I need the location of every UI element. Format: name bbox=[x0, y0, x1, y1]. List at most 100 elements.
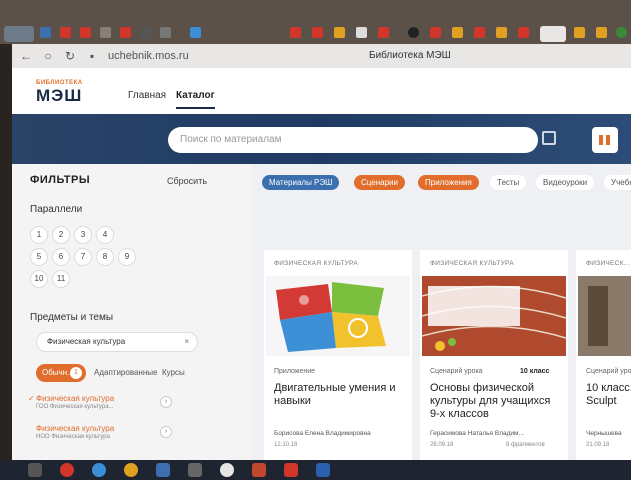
subject-item[interactable]: Физическая культура НОО Физическая культ… bbox=[36, 424, 176, 440]
card-author: Чернышева bbox=[586, 430, 622, 437]
card-date: 21.09.18 bbox=[586, 442, 610, 448]
card-type: Приложение bbox=[274, 368, 316, 375]
new-tab-icon[interactable] bbox=[616, 27, 627, 38]
grade-button[interactable]: 1 bbox=[30, 226, 48, 244]
start-icon[interactable] bbox=[28, 463, 42, 477]
search-input[interactable]: Поиск по материалам bbox=[168, 127, 538, 153]
tab-favicon-icon[interactable] bbox=[190, 27, 201, 38]
chip-tests[interactable]: Тесты bbox=[490, 175, 527, 190]
nav-home-link[interactable]: Главная bbox=[128, 90, 166, 101]
lock-icon: ▪ bbox=[89, 49, 95, 63]
pdf-icon[interactable] bbox=[284, 463, 298, 477]
app-icon[interactable] bbox=[124, 463, 138, 477]
subject-filter-input[interactable]: Физическая культура × bbox=[36, 332, 198, 352]
segment-adapted[interactable]: Адаптированные bbox=[94, 364, 157, 382]
grade-button[interactable]: 8 bbox=[96, 248, 114, 266]
grid-view-button[interactable] bbox=[592, 127, 618, 153]
card-title[interactable]: 10 класс. С комплекс Sculpt bbox=[586, 382, 631, 408]
grade-button[interactable]: 9 bbox=[118, 248, 136, 266]
grid-view-icon bbox=[606, 135, 610, 145]
subject-item-name: Физическая культура bbox=[36, 394, 115, 403]
forward-icon[interactable]: ○ bbox=[40, 48, 56, 64]
yandex-icon[interactable] bbox=[60, 463, 74, 477]
grade-button[interactable]: 10 bbox=[30, 270, 48, 288]
grade-button[interactable]: 11 bbox=[52, 270, 70, 288]
chip-video-lessons[interactable]: Видеоуроки bbox=[536, 175, 595, 190]
page-title: Библиотека МЭШ bbox=[369, 50, 451, 61]
yandex-browser-icon[interactable] bbox=[220, 463, 234, 477]
grade-button[interactable]: 2 bbox=[52, 226, 70, 244]
grid-view-icon bbox=[599, 135, 603, 145]
tab-favicon-icon[interactable] bbox=[518, 27, 529, 38]
grade-button[interactable]: 6 bbox=[52, 248, 70, 266]
tab-favicon-icon[interactable] bbox=[408, 27, 419, 38]
chip-scenarios[interactable]: Сценарии bbox=[354, 175, 405, 190]
check-icon: ✓ bbox=[28, 394, 35, 403]
tab[interactable] bbox=[4, 26, 34, 42]
search-band: Поиск по материалам bbox=[12, 114, 631, 164]
chevron-right-icon[interactable]: › bbox=[160, 396, 172, 408]
tab-favicon-icon[interactable] bbox=[496, 27, 507, 38]
card-class: 10 класс bbox=[520, 368, 550, 375]
tab-favicon-icon[interactable] bbox=[312, 27, 323, 38]
chip-resh-materials[interactable]: Материалы РЭШ bbox=[262, 175, 340, 190]
clear-icon[interactable]: × bbox=[184, 333, 189, 351]
tab-favicon-icon[interactable] bbox=[40, 27, 51, 38]
card-type: Сценарий урок bbox=[586, 368, 631, 375]
material-card[interactable]: ФИЗИЧЕСКАЯ КУЛЬТУРА Приложение Двигатель… bbox=[264, 250, 412, 460]
tab-favicon-icon[interactable] bbox=[100, 27, 111, 38]
subject-item-sub: НОО Физическая культура bbox=[36, 434, 110, 440]
grade-button[interactable]: 7 bbox=[74, 248, 92, 266]
card-author: Герасимова Наталья Владим... bbox=[430, 430, 524, 437]
card-title[interactable]: Основы физической культуры для учащихся … bbox=[430, 382, 560, 421]
reload-icon[interactable]: ↻ bbox=[62, 48, 78, 64]
card-subject-tag: ФИЗИЧЕСК... bbox=[586, 260, 631, 267]
tab-favicon-icon[interactable] bbox=[474, 27, 485, 38]
chip-textbooks[interactable]: Учебник bbox=[604, 175, 631, 190]
material-card[interactable]: ФИЗИЧЕСКАЯ КУЛЬТУРА Сценарий урока 10 кл… bbox=[420, 250, 568, 460]
segment-regular[interactable]: Обычн... 1 bbox=[36, 364, 86, 382]
browser-icon[interactable] bbox=[92, 463, 106, 477]
chip-applications[interactable]: Приложения bbox=[418, 175, 479, 190]
tab-favicon-icon[interactable] bbox=[120, 27, 131, 38]
browser-tab-strip bbox=[0, 0, 631, 44]
url-text[interactable]: uchebnik.mos.ru bbox=[108, 50, 189, 62]
material-card[interactable]: ФИЗИЧЕСК... Сценарий урок 10 класс. С ко… bbox=[576, 250, 631, 460]
tab-favicon-icon[interactable] bbox=[80, 27, 91, 38]
chevron-right-icon[interactable]: › bbox=[160, 426, 172, 438]
tab-favicon-icon[interactable] bbox=[430, 27, 441, 38]
powerpoint-icon[interactable] bbox=[252, 463, 266, 477]
tab-favicon-icon[interactable] bbox=[160, 27, 171, 38]
tab-active[interactable] bbox=[540, 26, 566, 42]
segment-courses[interactable]: Курсы bbox=[162, 364, 185, 382]
app-icon[interactable] bbox=[156, 463, 170, 477]
nav-catalog-link[interactable]: Каталог bbox=[176, 90, 215, 109]
card-title[interactable]: Двигательные умения и навыки bbox=[274, 382, 404, 408]
grade-button[interactable]: 4 bbox=[96, 226, 114, 244]
calendar-icon[interactable] bbox=[542, 131, 556, 145]
grade-button[interactable]: 5 bbox=[30, 248, 48, 266]
tab-favicon-icon[interactable] bbox=[596, 27, 607, 38]
reset-filters-button[interactable]: Сбросить bbox=[167, 176, 207, 186]
tab-favicon-icon[interactable] bbox=[140, 27, 151, 38]
card-subject-tag: ФИЗИЧЕСКАЯ КУЛЬТУРА bbox=[430, 260, 514, 267]
grade-button[interactable]: 3 bbox=[74, 226, 92, 244]
tab-favicon-icon[interactable] bbox=[378, 27, 389, 38]
subjects-label: Предметы и темы bbox=[30, 312, 114, 323]
tab-favicon-icon[interactable] bbox=[290, 27, 301, 38]
tab-favicon-icon[interactable] bbox=[574, 27, 585, 38]
subject-item-sub: ГОО Физическая культура... bbox=[36, 404, 114, 410]
back-arrow-icon[interactable]: ← bbox=[18, 48, 34, 64]
tab-favicon-icon[interactable] bbox=[334, 27, 345, 38]
tab-favicon-icon[interactable] bbox=[60, 27, 71, 38]
card-subject-tag: ФИЗИЧЕСКАЯ КУЛЬТУРА bbox=[274, 260, 358, 267]
tab-favicon-icon[interactable] bbox=[452, 27, 463, 38]
subject-filter-value: Физическая культура bbox=[47, 337, 126, 346]
logo[interactable]: МЭШ bbox=[36, 86, 82, 106]
subject-item[interactable]: ✓ Физическая культура ГОО Физическая кул… bbox=[28, 394, 176, 410]
word-icon[interactable] bbox=[316, 463, 330, 477]
tab-favicon-icon[interactable] bbox=[356, 27, 367, 38]
filters-title: ФИЛЬТРЫ bbox=[30, 174, 91, 186]
calendar-app-icon[interactable] bbox=[188, 463, 202, 477]
browser-viewport: ← ○ ↻ ▪ uchebnik.mos.ru Библиотека МЭШ Б… bbox=[12, 44, 631, 460]
